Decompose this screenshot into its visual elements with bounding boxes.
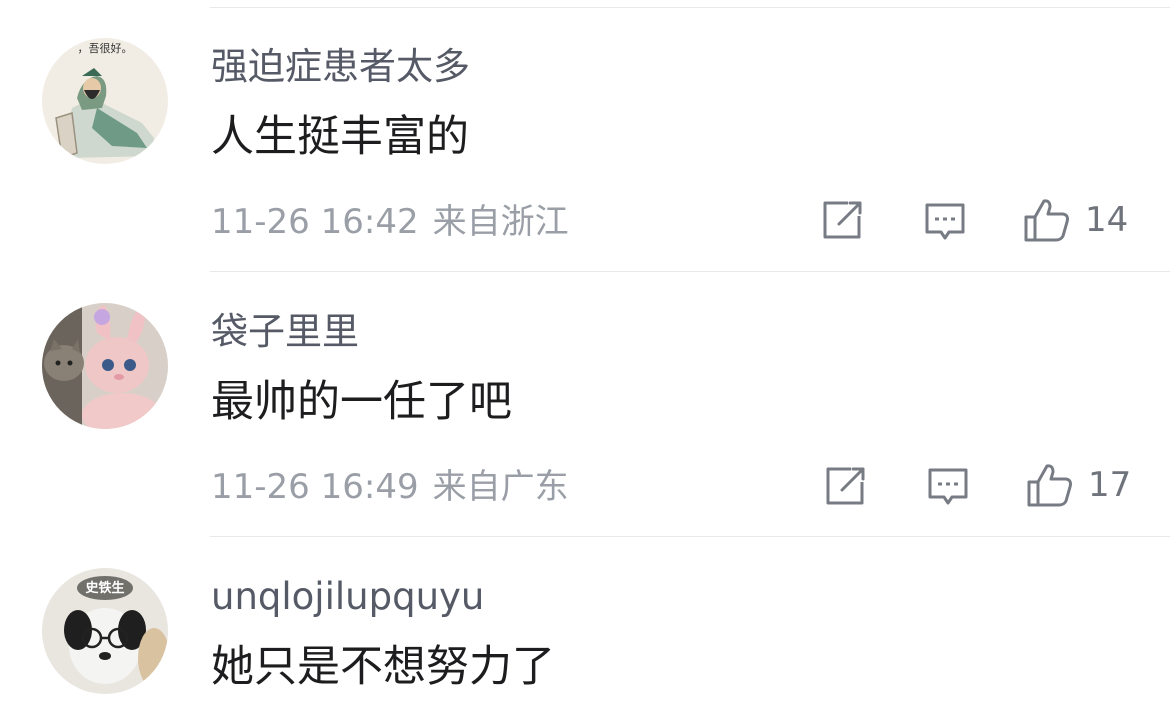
- general-figure-avatar-image: ，吾很好。: [42, 38, 168, 164]
- avatar-caption: ，吾很好。: [78, 41, 133, 55]
- reply-button[interactable]: [927, 467, 969, 507]
- username[interactable]: 袋子里里: [211, 310, 359, 354]
- comment-time: 11-26 16:49: [211, 467, 419, 507]
- like-count: 17: [1088, 465, 1132, 505]
- comment-time: 11-26 16:42: [211, 202, 419, 242]
- avatar[interactable]: ，吾很好。: [42, 38, 168, 164]
- comment-location: 来自浙江: [432, 202, 569, 242]
- avatar[interactable]: [42, 303, 168, 429]
- divider: [210, 7, 1170, 8]
- comment-icon: [925, 203, 965, 240]
- username[interactable]: unqlojilupquyu: [211, 575, 484, 619]
- like-button[interactable]: 17: [1026, 462, 1131, 508]
- share-icon: [826, 467, 865, 505]
- dog-glasses-avatar-image: 史铁生: [42, 568, 168, 694]
- comment-location: 来自广东: [432, 467, 569, 507]
- divider: [210, 536, 1170, 537]
- plush-bunny-cat-avatar-image: [42, 303, 168, 429]
- share-button[interactable]: [825, 466, 867, 506]
- share-icon: [823, 201, 862, 239]
- comment-text: 她只是不想努力了: [211, 642, 555, 692]
- comment-text: 人生挺丰富的: [211, 112, 469, 162]
- avatar-caption: 史铁生: [85, 580, 124, 596]
- username[interactable]: 强迫症患者太多: [211, 45, 470, 89]
- comment-meta: 11-26 16:42 来自浙江: [211, 202, 569, 242]
- like-button[interactable]: 14: [1023, 197, 1128, 243]
- reply-button[interactable]: [924, 202, 966, 242]
- avatar[interactable]: 史铁生: [42, 568, 168, 694]
- thumbs-up-icon: [1027, 464, 1072, 507]
- comment-meta: 11-26 16:49 来自广东: [211, 467, 569, 507]
- share-button[interactable]: [822, 200, 864, 240]
- comment-icon: [928, 468, 968, 505]
- thumbs-up-icon: [1024, 199, 1069, 242]
- divider: [210, 271, 1170, 272]
- like-count: 14: [1085, 200, 1129, 240]
- comment-text: 最帅的一任了吧: [211, 377, 512, 427]
